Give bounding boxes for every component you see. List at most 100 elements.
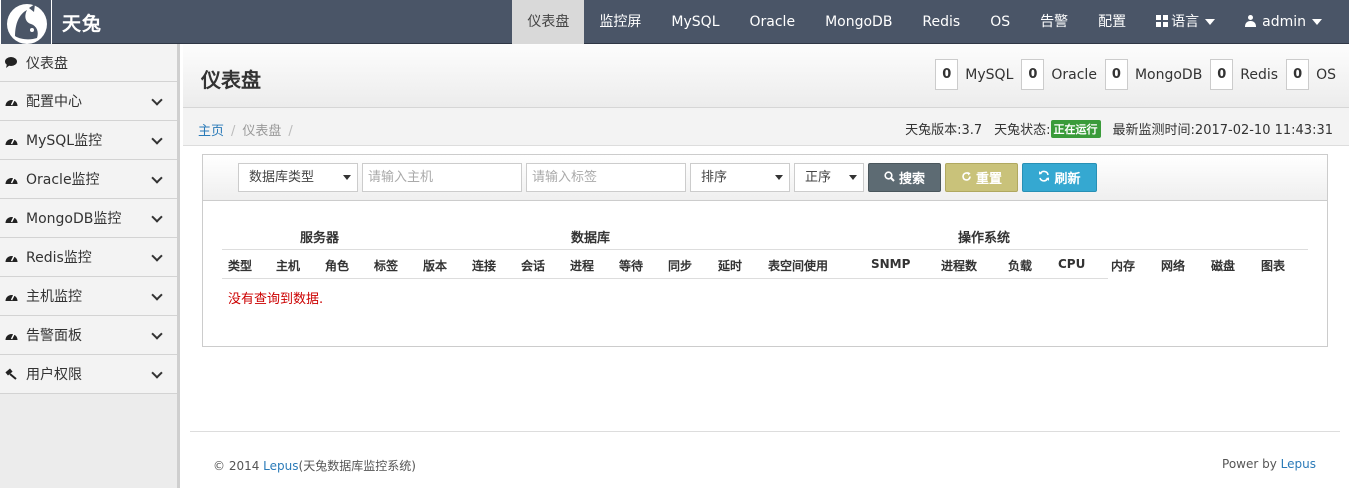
caret-down-icon xyxy=(849,175,857,180)
caret-down-icon xyxy=(1205,19,1216,25)
stat-label: Oracle xyxy=(1051,66,1097,83)
brand[interactable]: 天兔 xyxy=(0,0,102,44)
header-divider xyxy=(222,249,1308,250)
breadcrumb-home-link[interactable]: 主页 xyxy=(198,124,224,139)
col-chart: 图表 xyxy=(1261,259,1286,273)
host-input[interactable]: 请输入主机 xyxy=(362,163,522,192)
page-header: 仪表盘 0 MySQL 0 Oracle 0 MongoDB 0 Redis 0 OS xyxy=(183,44,1349,108)
sidebar-item-label: Redis监控 xyxy=(26,250,92,266)
stat-os: 0 OS xyxy=(1286,59,1336,90)
sort-value: 排序 xyxy=(701,170,728,185)
rabbit-logo-icon xyxy=(0,0,52,44)
col-cpu: CPU xyxy=(1058,257,1086,271)
col-tablespace: 表空间使用 xyxy=(768,259,829,273)
status-table-panel: 服务器 数据库 操作系统 类型 主机 角色 标签 版本 连接 会话 进程 等待 … xyxy=(202,201,1328,347)
breadcrumb-separator: / xyxy=(288,124,293,139)
nav-dashboard[interactable]: 仪表盘 xyxy=(512,0,585,44)
sidebar-item-user-permission[interactable]: 用户权限 xyxy=(0,355,177,394)
col-load: 负载 xyxy=(1008,259,1033,273)
group-header-os: 操作系统 xyxy=(958,231,1011,246)
col-delay: 延时 xyxy=(718,259,743,273)
col-processes: 进程 xyxy=(570,259,595,273)
sidebar-item-label: 主机监控 xyxy=(26,289,82,305)
sidebar-item-mysql[interactable]: MySQL监控 xyxy=(0,121,177,160)
tag-input[interactable]: 请输入标签 xyxy=(526,163,686,192)
dashboard-icon xyxy=(4,289,18,303)
repeat-icon xyxy=(961,171,972,185)
search-button[interactable]: 搜索 xyxy=(868,163,941,192)
col-snmp: SNMP xyxy=(871,257,911,271)
sidebar-item-host[interactable]: 主机监控 xyxy=(0,277,177,316)
lepus-link[interactable]: Lepus xyxy=(263,459,298,473)
sidebar-item-redis[interactable]: Redis监控 xyxy=(0,238,177,277)
breadcrumb-current: 仪表盘 xyxy=(242,124,282,139)
chevron-down-icon xyxy=(151,133,163,145)
breadcrumb-bar: 主页 / 仪表盘 / 天兔版本:3.7 天兔状态: 正在运行 最新监测时间:2017-… xyxy=(183,108,1349,146)
dashboard-icon xyxy=(4,172,18,186)
powered-by-link[interactable]: Lepus xyxy=(1281,457,1316,471)
language-dropdown[interactable]: 语言 xyxy=(1141,0,1230,44)
order-value: 正序 xyxy=(805,170,832,185)
user-dropdown[interactable]: admin xyxy=(1230,0,1337,44)
sidebar-item-oracle[interactable]: Oracle监控 xyxy=(0,160,177,199)
caret-down-icon xyxy=(775,175,783,180)
nav-oracle[interactable]: Oracle xyxy=(735,0,811,44)
sidebar-item-dashboard[interactable]: 仪表盘 xyxy=(0,44,177,82)
nav-config[interactable]: 配置 xyxy=(1083,0,1141,44)
col-sessions: 会话 xyxy=(521,259,546,273)
col-tag: 标签 xyxy=(374,259,399,273)
nav-monitor-screen[interactable]: 监控屏 xyxy=(584,0,656,44)
copyright-suffix: (天兔数据库监控系统) xyxy=(298,459,416,473)
nav-os[interactable]: OS xyxy=(975,0,1025,44)
sidebar-item-alarm-panel[interactable]: 告警面板 xyxy=(0,316,177,355)
nav-redis[interactable]: Redis xyxy=(907,0,975,44)
stat-count: 0 xyxy=(1104,59,1128,90)
version-label: 天兔版本:3.7 xyxy=(905,123,983,138)
comment-icon xyxy=(4,56,18,70)
empty-message: 没有查询到数据. xyxy=(228,292,324,307)
gavel-icon xyxy=(4,367,18,381)
nav-mysql[interactable]: MySQL xyxy=(656,0,734,44)
nav-alarm[interactable]: 告警 xyxy=(1025,0,1083,44)
stat-mongodb: 0 MongoDB xyxy=(1104,59,1202,90)
refresh-button[interactable]: 刷新 xyxy=(1022,163,1097,192)
breadcrumb: 主页 / 仪表盘 / xyxy=(198,120,300,139)
col-connections: 连接 xyxy=(472,259,497,273)
db-type-value: 数据库类型 xyxy=(249,170,315,185)
powered-by: Power by Lepus xyxy=(1222,457,1316,471)
filter-bar: 数据库类型 请输入主机 请输入标签 排序 正序 搜索 重置 刷新 xyxy=(202,154,1328,201)
chevron-down-icon xyxy=(151,367,163,379)
status-badge: 正在运行 xyxy=(1050,119,1101,138)
stat-oracle: 0 Oracle xyxy=(1021,59,1097,90)
stat-label: Redis xyxy=(1240,66,1279,83)
sidebar-item-label: Oracle监控 xyxy=(26,172,100,188)
main-nav: 仪表盘 监控屏 MySQL Oracle MongoDB Redis OS 告警… xyxy=(512,0,1337,44)
reset-label: 重置 xyxy=(975,172,1002,187)
system-status: 天兔版本:3.7 天兔状态: 正在运行 最新监测时间:2017-02-10 11… xyxy=(905,119,1333,138)
reset-button[interactable]: 重置 xyxy=(945,163,1018,192)
col-host: 主机 xyxy=(276,259,301,273)
col-version: 版本 xyxy=(423,259,448,273)
chevron-down-icon xyxy=(151,250,163,262)
copyright-prefix: © 2014 xyxy=(213,459,264,473)
sidebar-item-config-center[interactable]: 配置中心 xyxy=(0,82,177,121)
stat-redis: 0 Redis xyxy=(1210,59,1278,90)
col-role: 角色 xyxy=(325,259,350,273)
grid-icon xyxy=(1156,15,1169,27)
sidebar: 仪表盘 配置中心 MySQL监控 Oracle监控 MongoDB监控 Redi… xyxy=(0,44,180,488)
sidebar-item-label: MongoDB监控 xyxy=(26,211,122,227)
dashboard-icon xyxy=(4,94,18,108)
chevron-down-icon xyxy=(151,94,163,106)
db-type-select[interactable]: 数据库类型 xyxy=(238,163,358,192)
sort-select[interactable]: 排序 xyxy=(690,163,790,192)
sidebar-item-mongodb[interactable]: MongoDB监控 xyxy=(0,199,177,238)
powered-by-prefix: Power by xyxy=(1222,457,1281,471)
footer-divider xyxy=(190,431,1340,432)
order-select[interactable]: 正序 xyxy=(794,163,864,192)
row-divider xyxy=(222,278,1108,279)
dashboard-icon xyxy=(4,133,18,147)
chevron-down-icon xyxy=(151,172,163,184)
nav-mongodb[interactable]: MongoDB xyxy=(810,0,907,44)
user-name: admin xyxy=(1262,14,1306,30)
col-disk: 磁盘 xyxy=(1211,259,1236,273)
